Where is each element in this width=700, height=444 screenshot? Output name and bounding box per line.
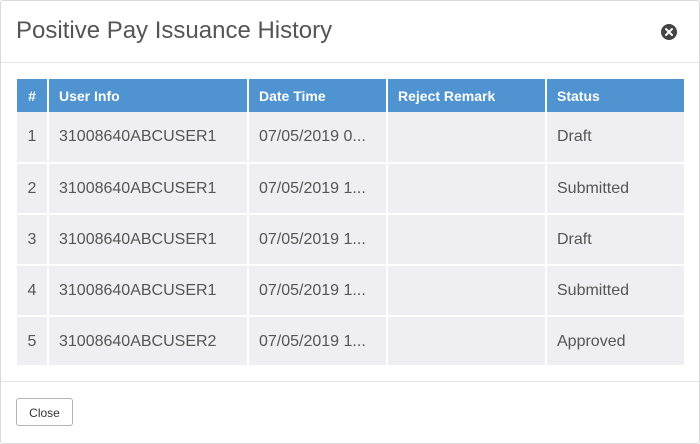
date-time-cell: 07/05/2019 1... [248,163,388,215]
column-header-date-time[interactable]: Date Time [248,79,388,112]
history-grid: # User Info Date Time Reject Remark Stat… [17,79,684,365]
user-info-cell: 31008640ABCUSER1 [48,163,249,215]
table-row[interactable]: 1 31008640ABCUSER1 07/05/2019 0... Draft [17,112,684,164]
row-number: 3 [17,214,49,266]
status-cell: Draft [546,214,684,266]
close-button[interactable]: Close [16,398,73,426]
reject-remark-cell [387,163,547,215]
user-info-cell: 31008640ABCUSER1 [48,112,249,164]
row-number: 2 [17,163,49,215]
dialog-body: # User Info Date Time Reject Remark Stat… [1,63,699,382]
history-dialog: Positive Pay Issuance History # User Inf… [0,0,700,444]
date-time-cell: 07/05/2019 0... [248,112,388,164]
column-header-reject-remark[interactable]: Reject Remark [387,79,547,112]
table-body: 1 31008640ABCUSER1 07/05/2019 0... Draft… [17,112,684,365]
dialog-footer: Close [1,382,699,443]
table-row[interactable]: 2 31008640ABCUSER1 07/05/2019 1... Submi… [17,163,684,215]
table-row[interactable]: 3 31008640ABCUSER1 07/05/2019 1... Draft [17,214,684,266]
column-header-status[interactable]: Status [546,79,684,112]
header-row: # User Info Date Time Reject Remark Stat… [17,79,684,112]
date-time-cell: 07/05/2019 1... [248,316,388,365]
close-circle-icon[interactable] [661,24,677,40]
row-number: 5 [17,316,49,365]
reject-remark-cell [387,265,547,317]
column-header-user-info[interactable]: User Info [48,79,249,112]
dialog-title: Positive Pay Issuance History [16,17,333,44]
status-cell: Draft [546,112,684,164]
user-info-cell: 31008640ABCUSER1 [48,265,249,317]
dialog-header: Positive Pay Issuance History [1,1,699,63]
date-time-cell: 07/05/2019 1... [248,265,388,317]
user-info-cell: 31008640ABCUSER1 [48,214,249,266]
date-time-cell: 07/05/2019 1... [248,214,388,266]
user-info-cell: 31008640ABCUSER2 [48,316,249,365]
reject-remark-cell [387,214,547,266]
status-cell: Submitted [546,163,684,215]
reject-remark-cell [387,316,547,365]
column-header-number[interactable]: # [17,79,49,112]
status-cell: Approved [546,316,684,365]
table-header: # User Info Date Time Reject Remark Stat… [17,79,684,112]
reject-remark-cell [387,112,547,164]
table-row[interactable]: 4 31008640ABCUSER1 07/05/2019 1... Submi… [17,265,684,317]
row-number: 4 [17,265,49,317]
row-number: 1 [17,112,49,164]
table-row[interactable]: 5 31008640ABCUSER2 07/05/2019 1... Appro… [17,316,684,365]
status-cell: Submitted [546,265,684,317]
history-table: # User Info Date Time Reject Remark Stat… [17,79,684,365]
